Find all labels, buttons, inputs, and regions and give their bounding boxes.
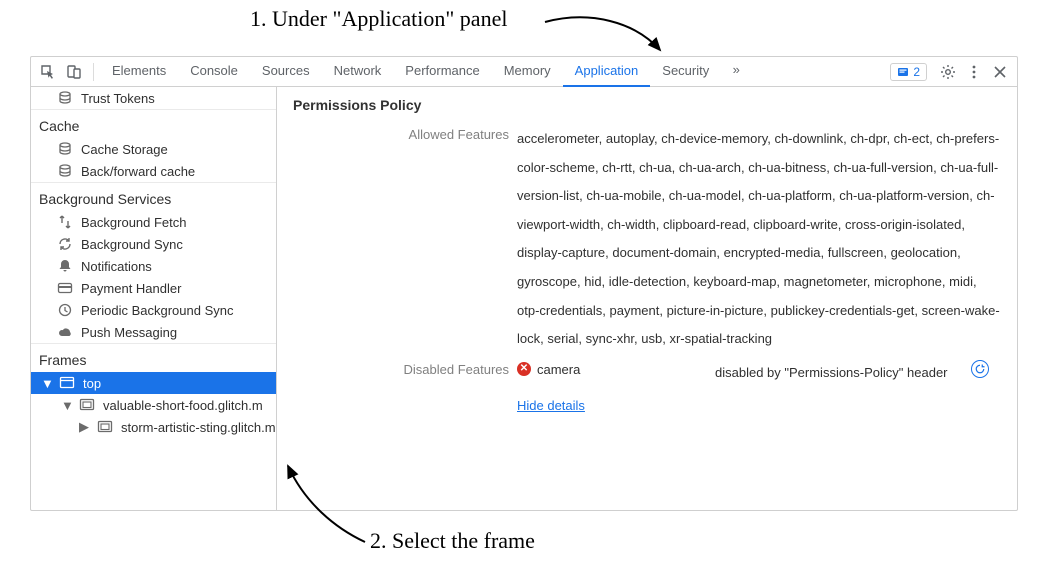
- sidebar-item-push[interactable]: Push Messaging: [31, 321, 276, 343]
- sidebar-item-bg-sync[interactable]: Background Sync: [31, 233, 276, 255]
- window-icon: [59, 375, 75, 391]
- db-icon: [57, 141, 73, 157]
- reload-icon[interactable]: [971, 360, 989, 378]
- allowed-features-value: accelerometer, autoplay, ch-device-memor…: [517, 123, 1001, 354]
- kebab-icon[interactable]: [961, 59, 987, 85]
- frame-tree-child[interactable]: ▼ valuable-short-food.glitch.m: [31, 394, 276, 416]
- frame-tree-root[interactable]: ▼ top: [31, 372, 276, 394]
- sidebar-item-bfcache[interactable]: Back/forward cache: [31, 160, 276, 182]
- db-icon: [57, 90, 73, 106]
- sidebar-item-trust-tokens[interactable]: Trust Tokens: [31, 87, 276, 109]
- application-sidebar: Trust Tokens Cache Cache Storage: [31, 87, 277, 510]
- disabled-feature-row: ✕ camera disabled by "Permissions-Policy…: [517, 358, 1001, 384]
- tab-strip: Elements Console Sources Network Perform…: [100, 57, 751, 87]
- section-title: Permissions Policy: [277, 87, 1017, 119]
- frame-tree-child[interactable]: ▶ storm-artistic-sting.glitch.m: [31, 416, 276, 438]
- sidebar-section-cache: Cache: [31, 109, 276, 138]
- sidebar-item-bg-fetch[interactable]: Background Fetch: [31, 211, 276, 233]
- tab-sources[interactable]: Sources: [250, 57, 322, 87]
- sidebar-item-label: Background Fetch: [81, 215, 187, 230]
- tab-security[interactable]: Security: [650, 57, 721, 87]
- device-toggle-icon[interactable]: [61, 59, 87, 85]
- main-content: Permissions Policy Allowed Features acce…: [277, 87, 1017, 510]
- disabled-feature-reason: disabled by "Permissions-Policy" header: [715, 358, 963, 384]
- cloud-icon: [57, 324, 73, 340]
- sidebar-item-cache-storage[interactable]: Cache Storage: [31, 138, 276, 160]
- inspect-icon[interactable]: [35, 59, 61, 85]
- hide-details-link[interactable]: Hide details: [517, 398, 585, 413]
- iframe-icon: [79, 397, 95, 413]
- sidebar-item-label: Trust Tokens: [81, 91, 155, 106]
- sidebar-item-label: Back/forward cache: [81, 164, 195, 179]
- sidebar-item-label: Notifications: [81, 259, 152, 274]
- annotation-1: 1. Under "Application" panel: [250, 6, 507, 32]
- tab-console[interactable]: Console: [178, 57, 250, 87]
- fetch-icon: [57, 214, 73, 230]
- iframe-icon: [97, 419, 113, 435]
- issues-icon: [897, 66, 909, 78]
- issues-count: 2: [913, 65, 920, 79]
- allowed-features-label: Allowed Features: [293, 123, 509, 354]
- tab-network[interactable]: Network: [322, 57, 394, 87]
- more-tabs-icon[interactable]: »: [721, 57, 751, 83]
- frame-label: storm-artistic-sting.glitch.m: [121, 420, 276, 435]
- twisty-right-icon: ▶: [79, 419, 89, 435]
- frame-label: valuable-short-food.glitch.m: [103, 398, 263, 413]
- sidebar-item-periodic-sync[interactable]: Periodic Background Sync: [31, 299, 276, 321]
- settings-icon[interactable]: [935, 59, 961, 85]
- sidebar-item-label: Periodic Background Sync: [81, 303, 233, 318]
- tab-performance[interactable]: Performance: [393, 57, 491, 87]
- sidebar-section-frames: Frames: [31, 343, 276, 372]
- sidebar-item-label: Payment Handler: [81, 281, 181, 296]
- sidebar-item-label: Cache Storage: [81, 142, 168, 157]
- devtools-window: Elements Console Sources Network Perform…: [30, 56, 1018, 511]
- annotation-arrow-1: [540, 12, 680, 62]
- annotation-2: 2. Select the frame: [370, 528, 535, 554]
- twisty-down-icon: ▼: [41, 376, 51, 391]
- card-icon: [57, 280, 73, 296]
- sidebar-item-label: Push Messaging: [81, 325, 177, 340]
- main-toolbar: Elements Console Sources Network Perform…: [31, 57, 1017, 87]
- sync-icon: [57, 236, 73, 252]
- db-icon: [57, 163, 73, 179]
- sidebar-item-label: Background Sync: [81, 237, 183, 252]
- disabled-features-label: Disabled Features: [293, 354, 509, 413]
- tab-memory[interactable]: Memory: [492, 57, 563, 87]
- frame-label: top: [83, 376, 101, 391]
- tab-application[interactable]: Application: [563, 57, 651, 87]
- bell-icon: [57, 258, 73, 274]
- sidebar-item-notifications[interactable]: Notifications: [31, 255, 276, 277]
- issues-chip[interactable]: 2: [890, 63, 927, 81]
- tab-elements[interactable]: Elements: [100, 57, 178, 87]
- disabled-feature-name: camera: [537, 362, 580, 377]
- sidebar-section-bg: Background Services: [31, 182, 276, 211]
- close-icon[interactable]: [987, 59, 1013, 85]
- clock-icon: [57, 302, 73, 318]
- twisty-down-icon: ▼: [61, 398, 71, 413]
- sidebar-item-payment[interactable]: Payment Handler: [31, 277, 276, 299]
- error-icon: ✕: [517, 362, 531, 376]
